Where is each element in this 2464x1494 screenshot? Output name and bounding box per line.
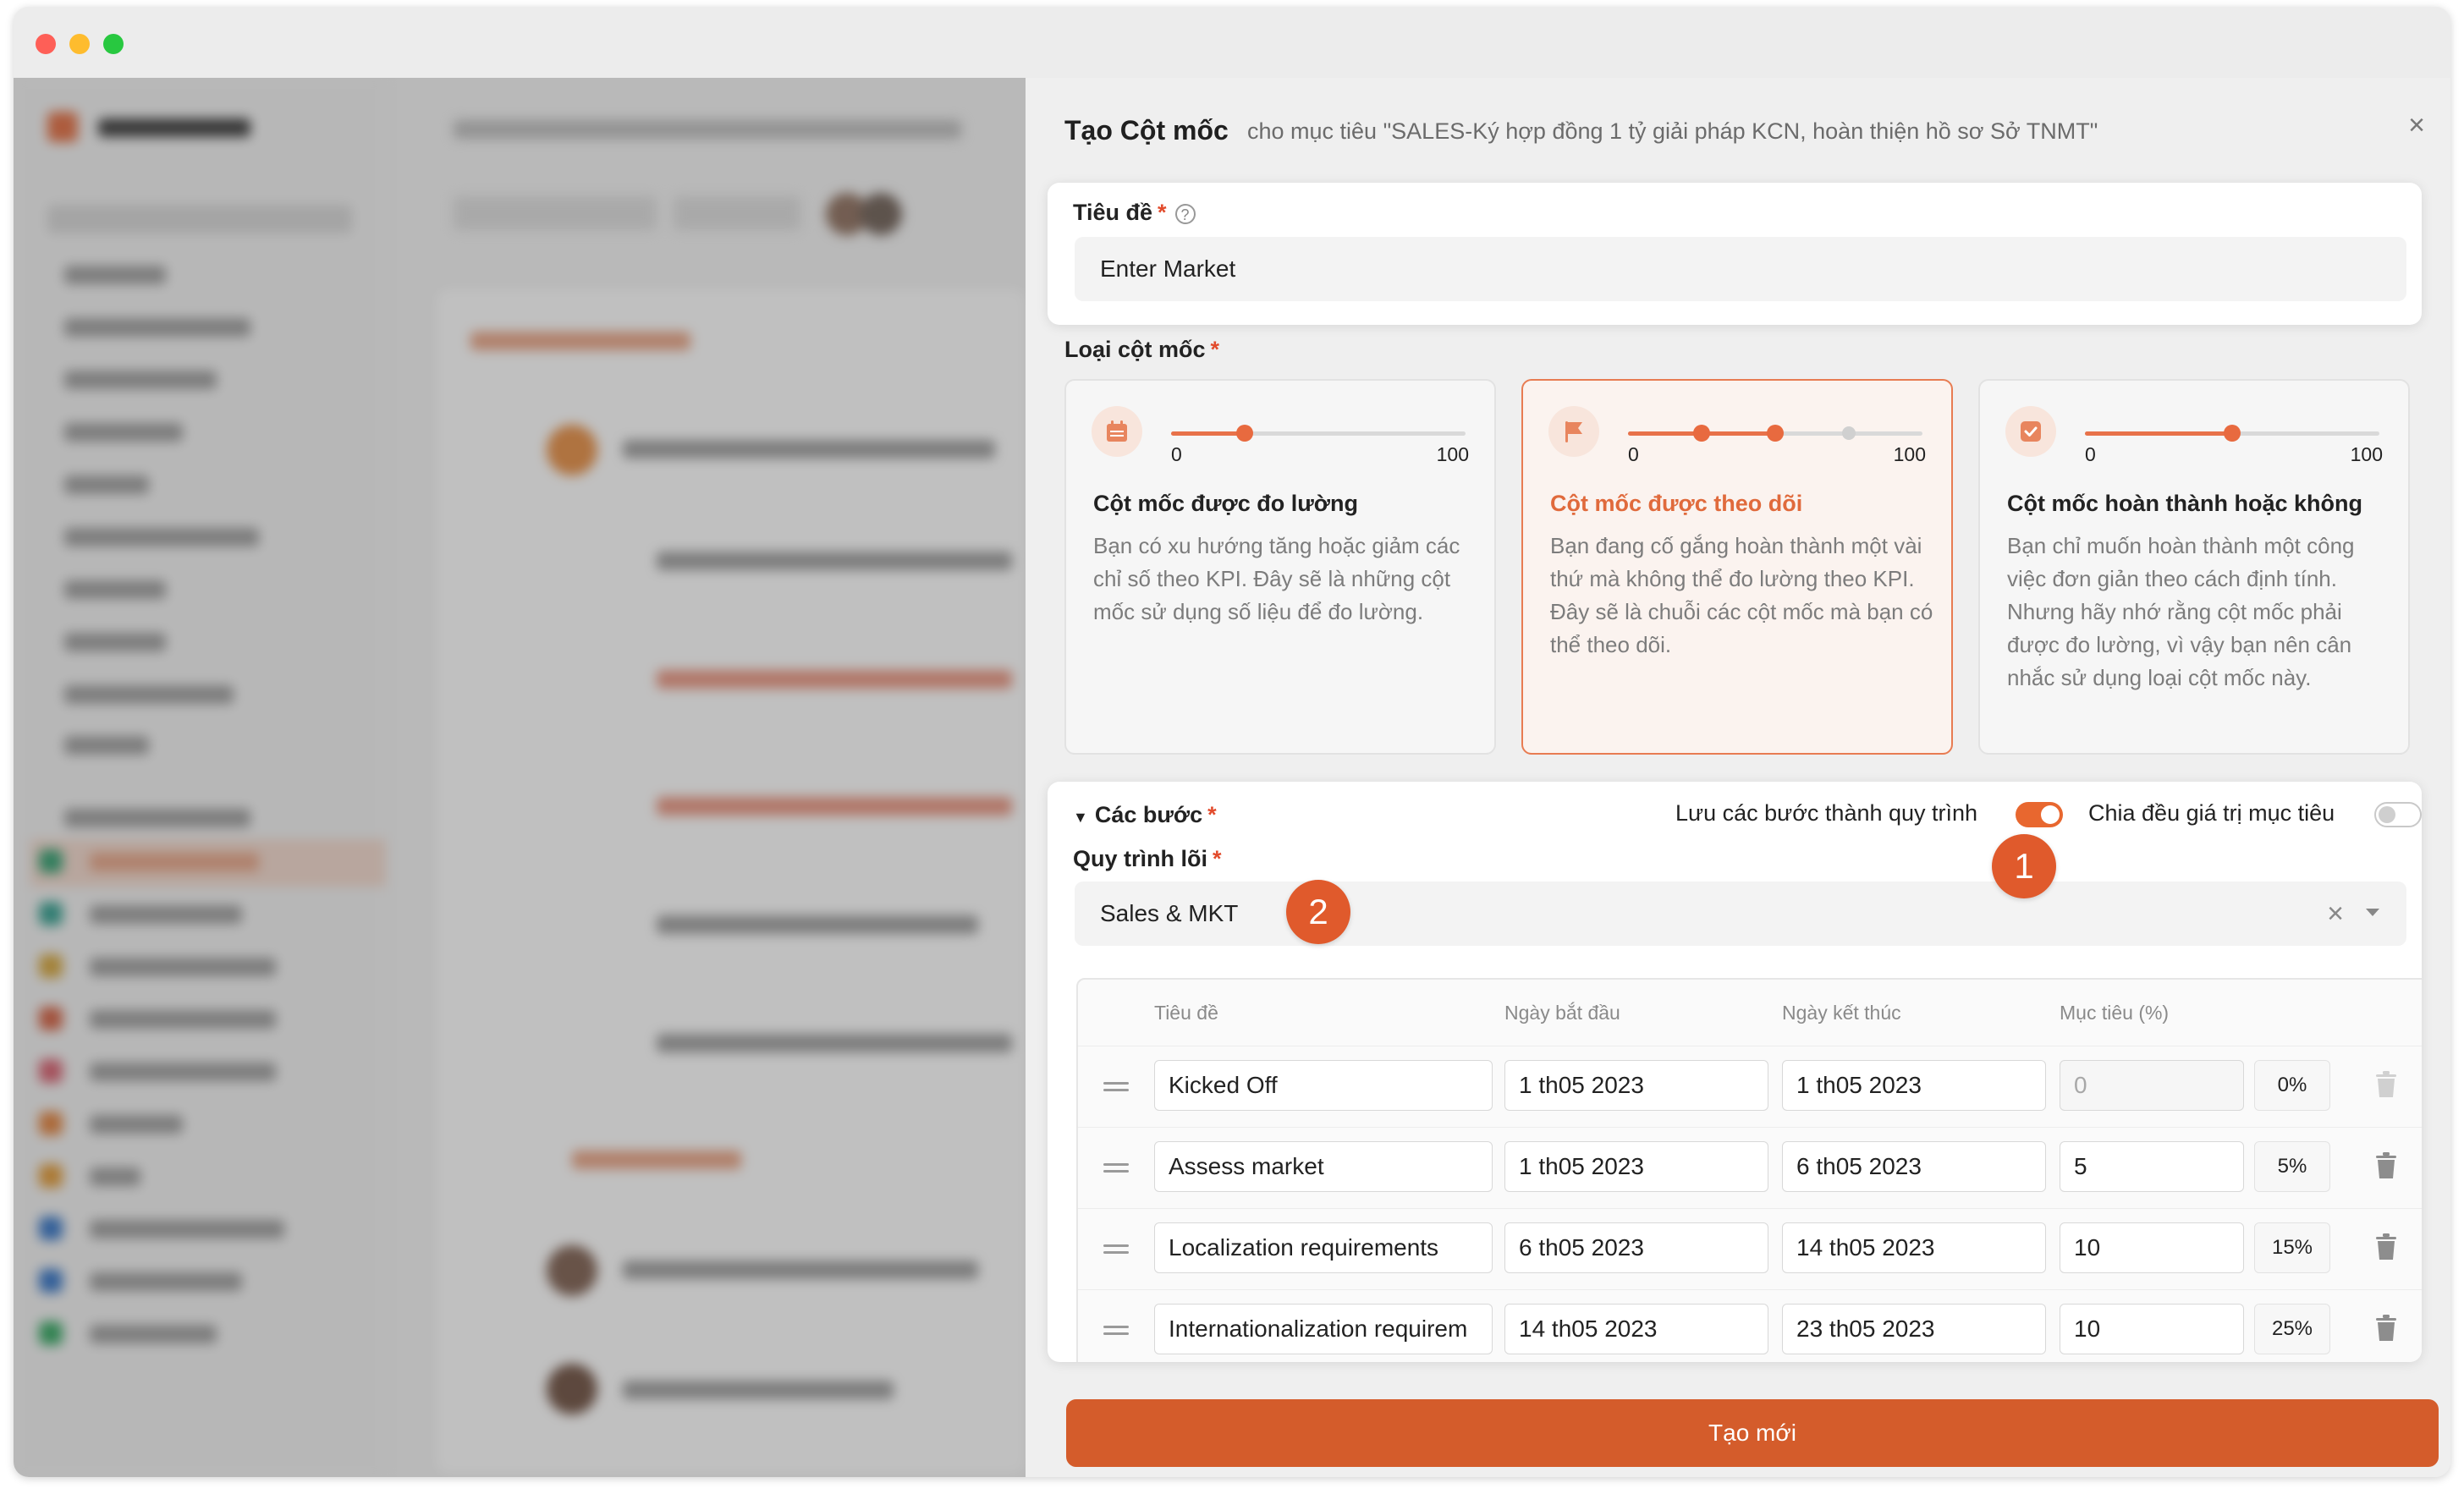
start-date-input[interactable]: 6 th05 2023 xyxy=(1504,1222,1768,1273)
core-process-label: Quy trình lõi * xyxy=(1073,846,1222,872)
milestone-type-label: Loại cột mốc * xyxy=(1064,337,1219,363)
chevron-down-icon[interactable] xyxy=(2366,909,2379,916)
trash-icon[interactable] xyxy=(2374,1233,2398,1261)
table-row: Kicked Off 1 th05 2023 1 th05 2023 0 0% xyxy=(1078,1046,2422,1128)
tracked-slider xyxy=(1628,425,1922,442)
caret-down-icon: ▼ xyxy=(1073,809,1088,826)
window-titlebar xyxy=(14,7,2450,79)
drawer-title: Tạo Cột mốc xyxy=(1064,115,1229,146)
slider-min-label: 0 xyxy=(2085,443,2096,465)
done-slider xyxy=(2085,425,2379,442)
start-date-input[interactable]: 14 th05 2023 xyxy=(1504,1304,1768,1354)
column-header: Ngày bắt đầu xyxy=(1504,1002,1620,1024)
slider-min-label: 0 xyxy=(1171,443,1182,465)
start-date-input[interactable]: 1 th05 2023 xyxy=(1504,1141,1768,1192)
end-date-input[interactable]: 1 th05 2023 xyxy=(1782,1060,2046,1111)
flag-icon xyxy=(1548,406,1599,457)
trash-icon[interactable] xyxy=(2374,1314,2398,1343)
step-title-input[interactable]: Localization requirements xyxy=(1154,1222,1493,1273)
milestone-type-measured[interactable]: 0 100 Cột mốc được đo lường Bạn có xu hư… xyxy=(1064,379,1496,755)
close-window-button[interactable] xyxy=(36,34,56,54)
title-input[interactable]: Enter Market xyxy=(1075,237,2406,301)
core-process-label-text: Quy trình lõi xyxy=(1073,846,1207,871)
drawer-subtitle: cho mục tiêu "SALES-Ký hợp đồng 1 tỷ giả… xyxy=(1247,118,2098,144)
target-input[interactable]: 10 xyxy=(2060,1304,2244,1354)
slider-max-label: 100 xyxy=(2350,443,2383,465)
milestone-type-tracked[interactable]: 0 100 Cột mốc được theo dõi Bạn đang cố … xyxy=(1521,379,1953,755)
steps-table: Tiêu đề Ngày bắt đầu Ngày kết thúc Mục t… xyxy=(1076,978,2422,1362)
option-name: Cột mốc hoàn thành hoặc không xyxy=(2007,491,2362,516)
step-title-input[interactable]: Internationalization requirem xyxy=(1154,1304,1493,1354)
required-marker: * xyxy=(1213,846,1222,871)
close-drawer-button[interactable]: × xyxy=(2400,108,2434,142)
create-milestone-drawer: Tạo Cột mốc cho mục tiêu "SALES-Ký hợp đ… xyxy=(1026,78,2450,1477)
trash-icon xyxy=(2376,1071,2396,1097)
calendar-icon xyxy=(1092,406,1142,457)
option-description: Bạn chỉ muốn hoàn thành một công việc đơ… xyxy=(2007,533,2355,690)
annotation-badge-2: 2 xyxy=(1286,880,1350,944)
steps-label: Các bước xyxy=(1094,802,1203,827)
split-target-toggle[interactable] xyxy=(2374,802,2422,827)
cumulative-percent: 5% xyxy=(2254,1141,2330,1192)
step-title-input[interactable]: Kicked Off xyxy=(1154,1060,1493,1111)
start-date-input[interactable]: 1 th05 2023 xyxy=(1504,1060,1768,1111)
core-process-select[interactable]: Sales & MKT × xyxy=(1075,882,2406,946)
column-header: Ngày kết thúc xyxy=(1782,1002,1901,1024)
drawer-footer: Tạo mới xyxy=(1026,1381,2450,1477)
drag-handle-icon[interactable] xyxy=(1103,1244,1129,1255)
slider-max-label: 100 xyxy=(1893,443,1926,465)
option-description: Bạn có xu hướng tăng hoặc giảm các chỉ s… xyxy=(1093,533,1460,624)
steps-card: ▼ Các bước * Lưu các bước thành quy trình … xyxy=(1048,782,2422,1362)
core-process-value: Sales & MKT xyxy=(1100,900,1239,926)
steps-header[interactable]: ▼ Các bước * xyxy=(1073,802,1217,828)
milestone-type-label-text: Loại cột mốc xyxy=(1064,337,1206,362)
slider-max-label: 100 xyxy=(1436,443,1469,465)
end-date-input[interactable]: 6 th05 2023 xyxy=(1782,1141,2046,1192)
cumulative-percent: 0% xyxy=(2254,1060,2330,1111)
required-marker: * xyxy=(1210,337,1220,362)
drag-handle-icon[interactable] xyxy=(1103,1082,1129,1092)
annotation-badge-1: 1 xyxy=(1992,834,2056,898)
measured-slider xyxy=(1171,425,1466,442)
save-as-process-label: Lưu các bước thành quy trình xyxy=(1675,800,1978,826)
step-title-input[interactable]: Assess market xyxy=(1154,1141,1493,1192)
app-window: Tạo Cột mốc cho mục tiêu "SALES-Ký hợp đ… xyxy=(14,7,2450,1477)
column-header: Mục tiêu (%) xyxy=(2060,1002,2170,1024)
table-row: Internationalization requirem 14 th05 20… xyxy=(1078,1289,2422,1362)
table-row: Assess market 1 th05 2023 6 th05 2023 5 … xyxy=(1078,1127,2422,1209)
checkbox-icon xyxy=(2005,406,2056,457)
slider-min-label: 0 xyxy=(1628,443,1639,465)
milestone-type-done-or-not[interactable]: 0 100 Cột mốc hoàn thành hoặc không Bạn … xyxy=(1978,379,2410,755)
trash-icon[interactable] xyxy=(2374,1151,2398,1180)
drag-handle-icon[interactable] xyxy=(1103,1163,1129,1173)
column-header: Tiêu đề xyxy=(1154,1002,1218,1024)
clear-icon[interactable]: × xyxy=(2327,882,2344,946)
title-label-text: Tiêu đề xyxy=(1073,200,1153,225)
title-field-card: Tiêu đề *? Enter Market xyxy=(1048,183,2422,325)
save-as-process-toggle[interactable] xyxy=(2016,802,2063,827)
option-description: Bạn đang cố gắng hoàn thành một vài thứ … xyxy=(1550,533,1933,657)
title-field-label: Tiêu đề *? xyxy=(1073,200,1196,226)
split-target-label: Chia đều giá trị mục tiêu xyxy=(2088,800,2335,826)
help-icon[interactable]: ? xyxy=(1174,203,1196,224)
option-name: Cột mốc được đo lường xyxy=(1093,491,1358,516)
create-button[interactable]: Tạo mới xyxy=(1066,1399,2439,1467)
required-marker: * xyxy=(1207,802,1217,827)
end-date-input[interactable]: 14 th05 2023 xyxy=(1782,1222,2046,1273)
option-name: Cột mốc được theo dõi xyxy=(1550,491,1803,516)
end-date-input[interactable]: 23 th05 2023 xyxy=(1782,1304,2046,1354)
cumulative-percent: 25% xyxy=(2254,1304,2330,1354)
target-input: 0 xyxy=(2060,1060,2244,1111)
table-row: Localization requirements 6 th05 2023 14… xyxy=(1078,1208,2422,1290)
target-input[interactable]: 5 xyxy=(2060,1141,2244,1192)
drag-handle-icon[interactable] xyxy=(1103,1326,1129,1336)
required-marker: * xyxy=(1158,200,1167,225)
maximize-window-button[interactable] xyxy=(103,34,124,54)
cumulative-percent: 15% xyxy=(2254,1222,2330,1273)
minimize-window-button[interactable] xyxy=(69,34,90,54)
background-app-blurred xyxy=(14,78,1026,1477)
target-input[interactable]: 10 xyxy=(2060,1222,2244,1273)
